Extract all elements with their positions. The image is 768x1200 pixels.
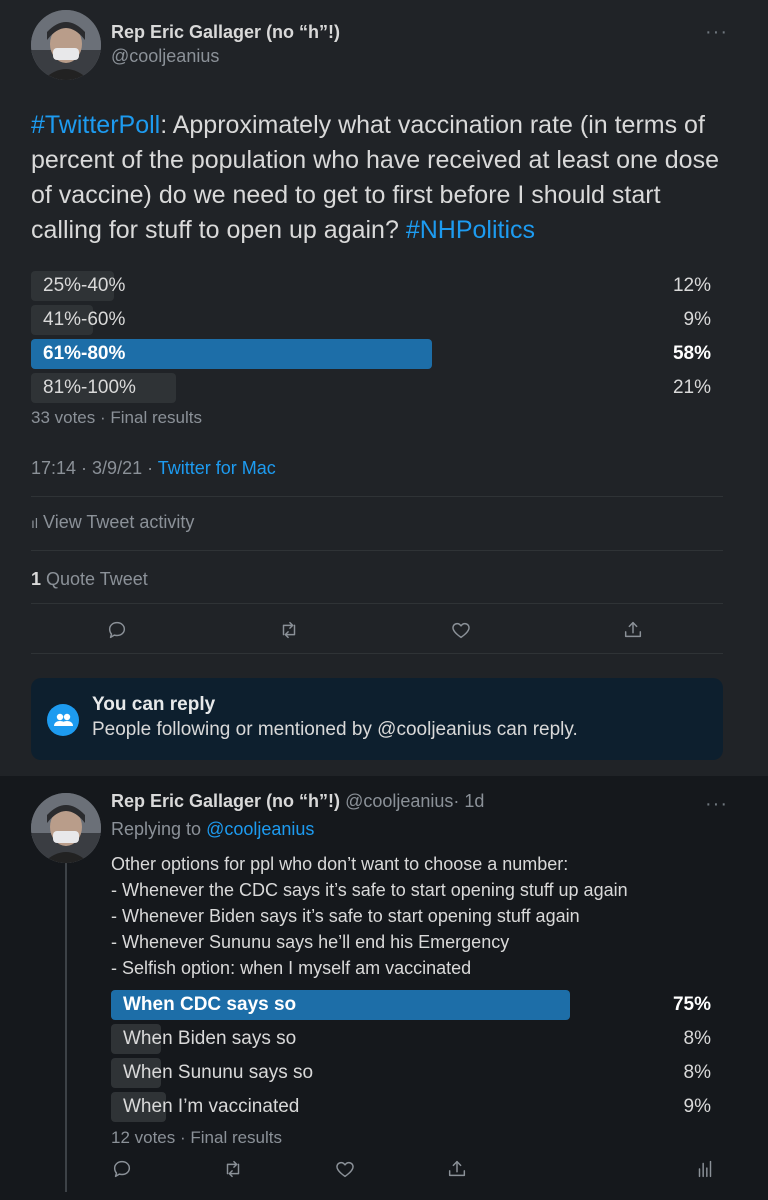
reply-restriction-notice: You can reply People following or mentio… — [31, 678, 723, 760]
hashtag-link[interactable]: #TwitterPoll — [31, 111, 160, 139]
poll-footer: 12 votes · Final results — [111, 1128, 283, 1147]
poll-option-percent: 75% — [672, 994, 711, 1015]
reply-line: - Whenever Sununu says he’ll end his Eme… — [111, 932, 510, 952]
reply-icon[interactable] — [111, 1158, 137, 1184]
reply-line: - Whenever Biden says it’s safe to start… — [111, 906, 580, 926]
poll-option: 41%-60% 9% — [31, 305, 723, 335]
hashtag-link[interactable]: #NHPolitics — [406, 216, 535, 244]
poll-option: 81%-100% 21% — [31, 373, 723, 403]
more-options-icon[interactable]: ··· — [705, 794, 728, 814]
tweet-time[interactable]: 17:14 · 3/9/21 · — [31, 458, 158, 478]
poll-option-percent: 9% — [683, 1096, 711, 1117]
avatar[interactable] — [31, 793, 101, 863]
quote-count: 1 — [31, 569, 42, 589]
poll-option-label: When CDC says so — [123, 994, 297, 1015]
replying-handle-link[interactable]: @cooljeanius — [206, 819, 314, 839]
tweet-source[interactable]: Twitter for Mac — [158, 458, 276, 478]
avatar[interactable] — [31, 10, 101, 80]
reply-line: - Selfish option: when I myself am vacci… — [111, 958, 472, 978]
poll-option: When Sununu says so 8% — [111, 1058, 723, 1088]
analytics-icon: ıl — [31, 515, 38, 531]
poll-option-label: 41%-60% — [43, 309, 126, 330]
retweet-icon[interactable] — [222, 1158, 248, 1184]
quote-label: Quote Tweet — [41, 569, 148, 589]
author-name[interactable]: Rep Eric Gallager (no “h”!) — [111, 791, 340, 811]
poll-option: When I’m vaccinated 9% — [111, 1092, 723, 1122]
poll-option: 25%-40% 12% — [31, 271, 723, 301]
poll-option: 61%-80% 58% — [31, 339, 723, 369]
poll-option: When Biden says so 8% — [111, 1024, 723, 1054]
poll-footer: 33 votes · Final results — [31, 408, 203, 427]
analytics-icon[interactable] — [694, 1158, 720, 1184]
poll-option-percent: 21% — [672, 377, 711, 398]
poll-option-percent: 8% — [683, 1028, 711, 1049]
author-name[interactable]: Rep Eric Gallager (no “h”!) — [111, 22, 340, 43]
divider — [31, 496, 723, 497]
reply-line: Other options for ppl who don’t want to … — [111, 854, 569, 874]
notice-title: You can reply — [92, 694, 216, 715]
thread-line — [65, 862, 67, 1192]
main-tweet: Rep Eric Gallager (no “h”!) @cooljeanius… — [0, 0, 768, 776]
author-handle[interactable]: @cooljeanius — [345, 791, 453, 811]
notice-text: People following or mentioned by @coolje… — [92, 719, 578, 740]
poll-option: When CDC says so 75% — [111, 990, 723, 1020]
divider — [31, 550, 723, 551]
replying-prefix: Replying to — [111, 819, 207, 839]
replying-to: Replying to @cooljeanius — [111, 819, 314, 840]
share-icon[interactable] — [622, 619, 648, 645]
poll-option-percent: 12% — [672, 275, 711, 296]
poll-option-percent: 9% — [683, 309, 711, 330]
poll-option-label: When Sununu says so — [123, 1062, 314, 1083]
tweet-timestamp: 17:14 · 3/9/21 · Twitter for Mac — [31, 458, 276, 479]
share-icon[interactable] — [446, 1158, 472, 1184]
people-icon — [47, 704, 79, 736]
reply-icon[interactable] — [106, 619, 132, 645]
view-activity-label: View Tweet activity — [43, 512, 195, 532]
poll-option-percent: 8% — [683, 1062, 711, 1083]
author-handle[interactable]: @cooljeanius — [111, 46, 219, 67]
poll-option-label: When Biden says so — [123, 1028, 297, 1049]
tweet-text: #TwitterPoll: Approximately what vaccina… — [31, 108, 731, 248]
retweet-icon[interactable] — [278, 619, 304, 645]
view-activity-link[interactable]: ıl View Tweet activity — [31, 512, 194, 533]
like-icon[interactable] — [334, 1158, 360, 1184]
reply-header: Rep Eric Gallager (no “h”!) @cooljeanius… — [111, 791, 484, 812]
reply-line: - Whenever the CDC says it’s safe to sta… — [111, 880, 628, 900]
poll-option-label: 25%-40% — [43, 275, 126, 296]
reply-tweet: Rep Eric Gallager (no “h”!) @cooljeanius… — [0, 776, 768, 1200]
divider — [31, 603, 723, 604]
poll-option-label: When I’m vaccinated — [123, 1096, 300, 1117]
more-options-icon[interactable]: ··· — [705, 22, 728, 42]
quote-tweet-link[interactable]: 1 Quote Tweet — [31, 569, 148, 590]
divider — [31, 653, 723, 654]
reply-time[interactable]: · 1d — [453, 791, 484, 811]
poll-option-label: 61%-80% — [43, 343, 126, 364]
like-icon[interactable] — [450, 619, 476, 645]
reply-body: Other options for ppl who don’t want to … — [111, 851, 731, 981]
poll-option-label: 81%-100% — [43, 377, 136, 398]
poll-option-percent: 58% — [672, 343, 711, 364]
